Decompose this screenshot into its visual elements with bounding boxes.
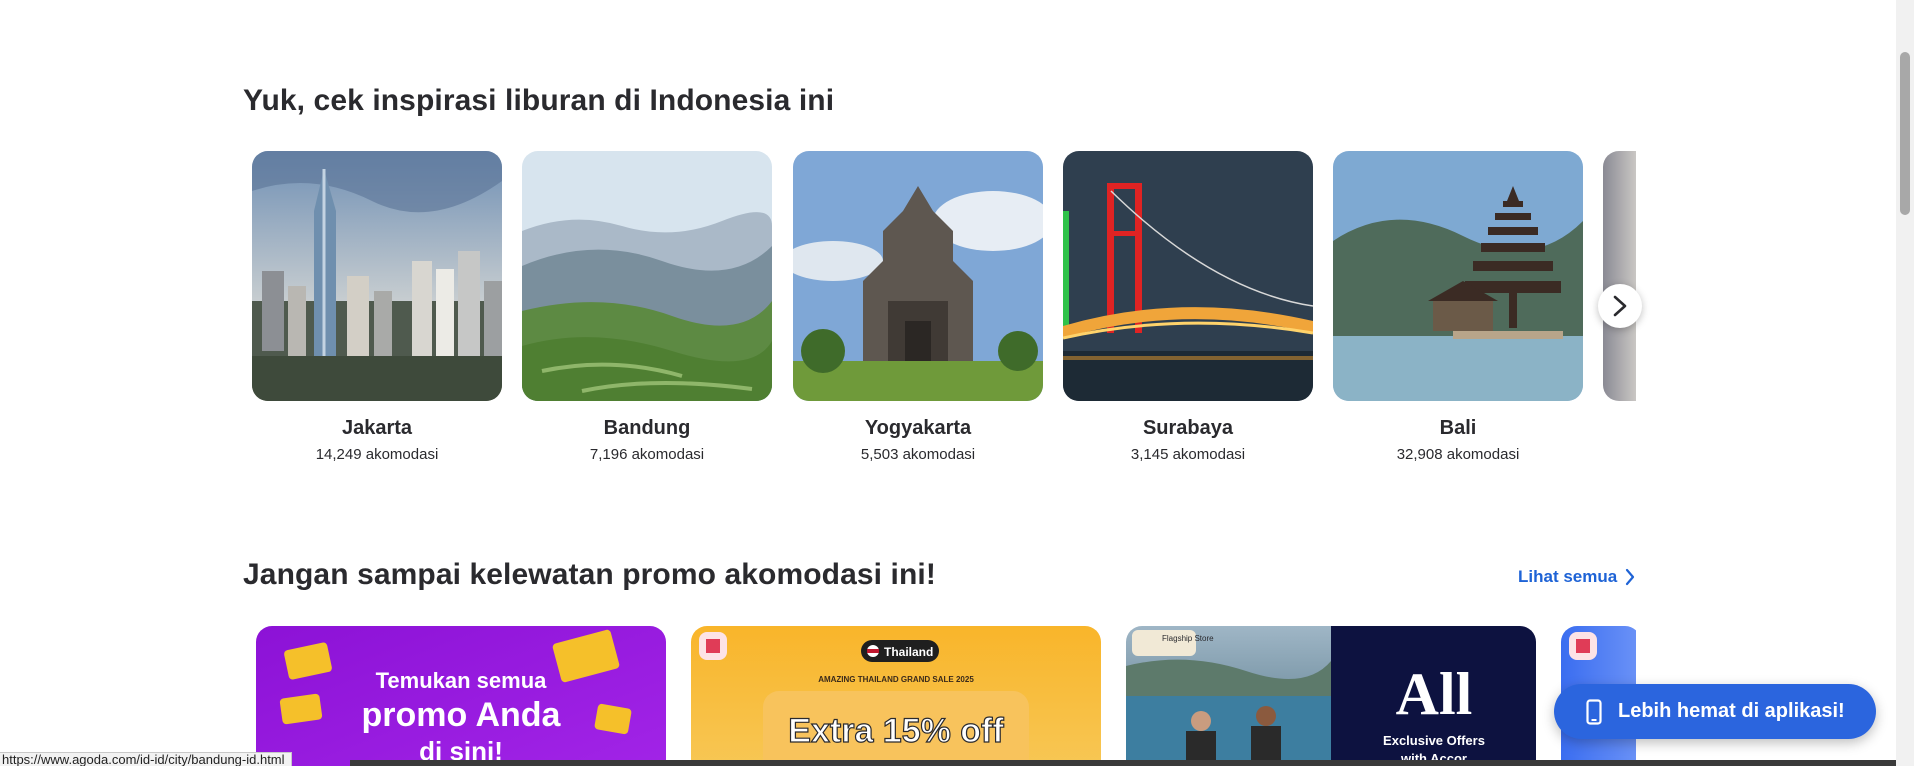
destination-card-surabaya[interactable]: Surabaya 3,145 akomodasi — [1063, 151, 1313, 463]
destination-name: Jakarta — [341, 417, 413, 439]
scrollbar-thumb[interactable] — [1900, 52, 1910, 215]
destination-card-partial[interactable] — [1603, 151, 1636, 401]
destination-count: 32,908 akomodasi — [1396, 446, 1520, 463]
accor-brand-logo: All — [1396, 661, 1473, 727]
promo-card-line1: Temukan semua — [376, 668, 548, 693]
bandung-landscape-image — [522, 151, 772, 401]
destination-name: Yogyakarta — [864, 417, 972, 439]
inspiration-section-title: Yuk, cek inspirasi liburan di Indonesia … — [243, 84, 835, 117]
promo-section-title: Jangan sampai kelewatan promo akomodasi … — [243, 558, 936, 591]
destination-card-bali[interactable]: Bali 32,908 akomodasi — [1333, 151, 1583, 463]
destination-image-yogyakarta — [793, 151, 1043, 401]
destination-carousel: Jakarta 14,249 akomodasi Bandung 7,196 a… — [252, 151, 1636, 471]
promo-card-accor[interactable]: Flagship Store All Exclusive Offers with… — [1126, 626, 1536, 766]
see-all-link[interactable]: Lihat semua — [1518, 567, 1635, 587]
destination-image-bali — [1333, 151, 1583, 401]
promo-card-line2: promo Anda — [362, 696, 562, 734]
browser-bottom-bar — [350, 760, 1896, 766]
jakarta-skyline-image — [252, 151, 502, 401]
see-all-label: Lihat semua — [1518, 567, 1618, 586]
destination-card-yogyakarta[interactable]: Yogyakarta 5,503 akomodasi — [793, 151, 1043, 463]
destination-name: Surabaya — [1142, 417, 1234, 439]
promo-card-line1: Exclusive Offers — [1383, 733, 1485, 748]
promo-banner-image: Thailand AMAZING THAILAND GRAND SALE 202… — [691, 626, 1101, 766]
promo-card-offer: Extra 15% off — [788, 712, 1004, 750]
carousel-next-button[interactable] — [1598, 284, 1642, 328]
destination-name: Bali — [1439, 417, 1477, 439]
promo-banner-image: Temukan semua promo Anda di sini! — [256, 626, 666, 766]
smartphone-icon — [1586, 698, 1602, 725]
promo-carousel: Temukan semua promo Anda di sini! Thaila… — [256, 626, 1636, 766]
bali-temple-image — [1333, 151, 1583, 401]
destination-count: 7,196 akomodasi — [589, 446, 705, 463]
destination-image-bandung — [522, 151, 772, 401]
app-banner-label: Lebih hemat di aplikasi! — [1618, 700, 1845, 722]
surabaya-bridge-image — [1063, 151, 1313, 401]
destination-image-surabaya — [1063, 151, 1313, 401]
promo-card-subtitle: AMAZING THAILAND GRAND SALE 2025 — [818, 675, 974, 684]
promo-card-thailand[interactable]: Thailand AMAZING THAILAND GRAND SALE 202… — [691, 626, 1101, 766]
destination-card-bandung[interactable]: Bandung 7,196 akomodasi — [522, 151, 772, 463]
yogyakarta-temple-image — [793, 151, 1043, 401]
flagship-store-badge: Flagship Store — [1162, 634, 1214, 643]
status-bar-url: https://www.agoda.com/id-id/city/bandung… — [0, 752, 292, 766]
page: Yuk, cek inspirasi liburan di Indonesia … — [0, 0, 1896, 766]
promo-banner-image: Flagship Store All Exclusive Offers with… — [1126, 626, 1536, 766]
chevron-right-icon — [1613, 295, 1627, 317]
destination-count: 5,503 akomodasi — [860, 446, 976, 463]
destination-count: 3,145 akomodasi — [1130, 446, 1246, 463]
destination-card-jakarta[interactable]: Jakarta 14,249 akomodasi — [252, 151, 502, 463]
destination-image-jakarta — [252, 151, 502, 401]
promo-badge-thailand: Thailand — [884, 645, 933, 659]
chevron-right-icon — [1626, 568, 1635, 586]
destination-name: Bandung — [603, 417, 691, 439]
promo-card-find-promos[interactable]: Temukan semua promo Anda di sini! — [256, 626, 666, 766]
destination-count: 14,249 akomodasi — [315, 446, 439, 463]
download-app-banner[interactable]: Lebih hemat di aplikasi! — [1554, 684, 1876, 739]
